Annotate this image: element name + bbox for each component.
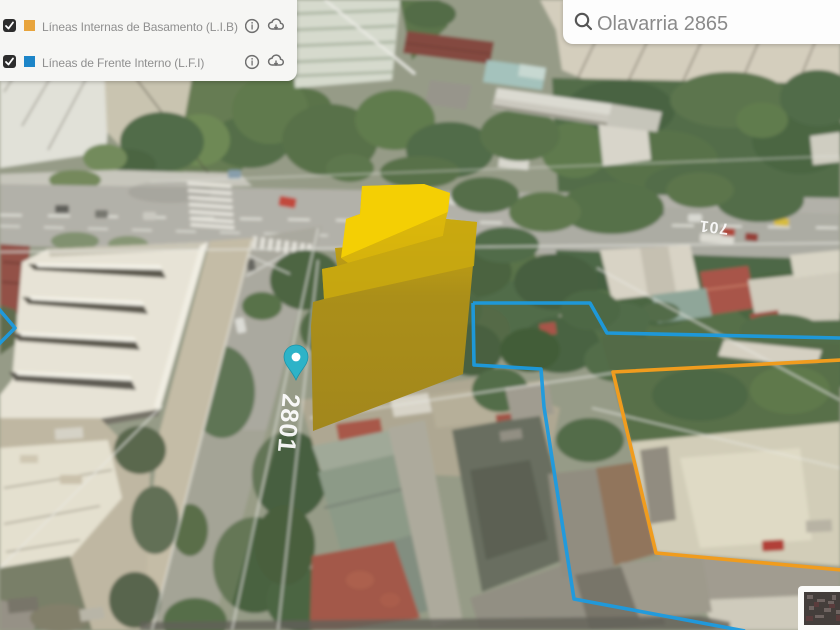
svg-text:2801: 2801	[272, 392, 305, 454]
svg-text:701: 701	[698, 216, 730, 236]
